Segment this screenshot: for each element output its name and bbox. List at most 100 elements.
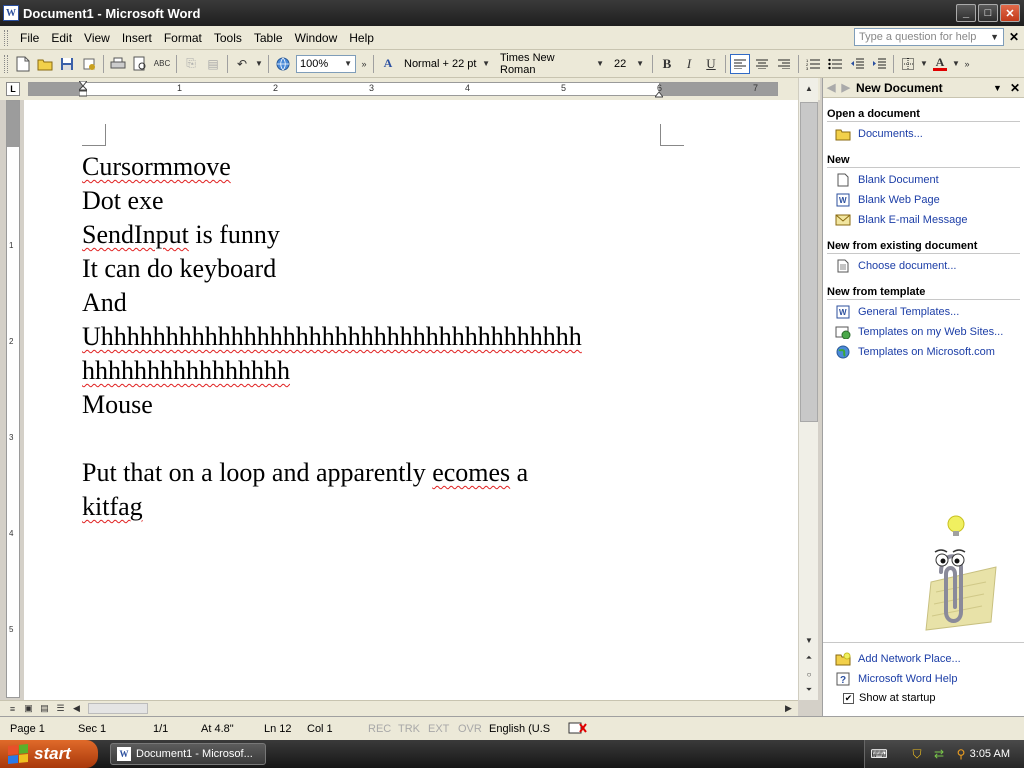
- print-layout-view-icon[interactable]: ▤: [38, 702, 51, 715]
- forward-arrow-icon[interactable]: ▶: [841, 81, 849, 94]
- outline-view-icon[interactable]: ☰: [54, 702, 67, 715]
- status-trk[interactable]: TRK: [398, 723, 420, 735]
- close-task-pane-icon[interactable]: ✕: [1010, 81, 1020, 95]
- taskbar-word-document[interactable]: W Document1 - Microsof...: [110, 743, 266, 765]
- horizontal-ruler[interactable]: 1 2 3 4 5 6 7: [28, 80, 778, 98]
- menu-file[interactable]: File: [14, 31, 45, 45]
- document-line[interactable]: Mouse: [82, 388, 682, 422]
- zoom-select[interactable]: 100% ▼: [296, 54, 356, 73]
- maximize-button[interactable]: □: [978, 4, 998, 22]
- document-line[interactable]: Put that on a loop and apparently ecomes…: [82, 456, 682, 490]
- document-line[interactable]: SendInput is funny: [82, 218, 682, 252]
- print-preview-icon[interactable]: [130, 54, 150, 74]
- back-arrow-icon[interactable]: ◀: [827, 81, 835, 94]
- decrease-indent-icon[interactable]: [847, 54, 867, 74]
- misspelled-word[interactable]: SendInput: [82, 220, 189, 249]
- checkbox-checked-icon[interactable]: ✔: [843, 692, 854, 704]
- increase-indent-icon[interactable]: [869, 54, 889, 74]
- save-icon[interactable]: [57, 54, 77, 74]
- font-color-icon[interactable]: A: [930, 54, 950, 74]
- print-icon[interactable]: [108, 54, 128, 74]
- menu-grip[interactable]: [4, 29, 8, 46]
- menu-edit[interactable]: Edit: [45, 31, 78, 45]
- document-body[interactable]: Cursormmove Dot exe SendInput is funny It c…: [82, 150, 682, 524]
- link-templates-microsoft[interactable]: Templates on Microsoft.com: [823, 342, 1024, 362]
- borders-icon[interactable]: [898, 54, 918, 74]
- right-indent-marker-icon[interactable]: [653, 89, 665, 98]
- menu-tools[interactable]: Tools: [208, 31, 248, 45]
- web-layout-view-icon[interactable]: ▣: [22, 702, 35, 715]
- misspelled-word[interactable]: ecomes: [432, 458, 510, 487]
- menu-view[interactable]: View: [78, 31, 116, 45]
- status-ovr[interactable]: OVR: [458, 723, 482, 735]
- spelling-icon[interactable]: ABC: [152, 54, 172, 74]
- security-shield-icon[interactable]: ⛉: [909, 746, 925, 762]
- align-left-icon[interactable]: [730, 53, 750, 74]
- normal-view-icon[interactable]: ≡: [6, 702, 19, 715]
- keyboard-icon[interactable]: ⌨: [870, 746, 887, 762]
- office-assistant-clippy[interactable]: [901, 512, 1001, 632]
- paste-icon[interactable]: ▤: [203, 54, 223, 74]
- link-choose-document[interactable]: Choose document...: [823, 256, 1024, 276]
- search-icon[interactable]: ⚲: [953, 746, 969, 762]
- spelling-status-icon[interactable]: [568, 720, 588, 739]
- toolbar-options-icon[interactable]: »: [359, 54, 369, 74]
- help-search-input[interactable]: Type a question for help ▼: [854, 28, 1004, 46]
- previous-page-icon[interactable]: ⏶: [801, 650, 817, 666]
- misspelled-word[interactable]: Uhhhhhhhhhhhhhhhhhhhhhhhhhhhhhhhhhhhhh: [82, 322, 582, 351]
- select-browse-object-icon[interactable]: ○: [801, 666, 817, 682]
- word-app-icon[interactable]: W: [3, 5, 19, 21]
- document-line[interactable]: Uhhhhhhhhhhhhhhhhhhhhhhhhhhhhhhhhhhhhh: [82, 320, 682, 354]
- menu-help[interactable]: Help: [343, 31, 380, 45]
- hyperlink-icon[interactable]: [273, 54, 293, 74]
- misspelled-word[interactable]: kitfag: [82, 492, 143, 521]
- network-icon[interactable]: ⇄: [931, 746, 947, 762]
- permission-icon[interactable]: [79, 54, 99, 74]
- hscroll-thumb[interactable]: [88, 703, 148, 714]
- new-document-icon[interactable]: [13, 54, 33, 74]
- menu-insert[interactable]: Insert: [116, 31, 158, 45]
- chevron-down-icon[interactable]: ▼: [993, 83, 1002, 93]
- borders-dropdown-icon[interactable]: ▼: [920, 54, 928, 74]
- close-button[interactable]: ✕: [1000, 4, 1020, 22]
- text-run[interactable]: Dot exe: [82, 186, 164, 215]
- numbering-icon[interactable]: 123: [803, 54, 823, 74]
- text-run[interactable]: It can do keyboard: [82, 254, 276, 283]
- document-line[interactable]: And: [82, 286, 682, 320]
- text-run[interactable]: And: [82, 288, 127, 317]
- open-folder-icon[interactable]: [35, 54, 55, 74]
- align-right-icon[interactable]: [774, 54, 794, 74]
- close-document-button[interactable]: ✕: [1009, 30, 1019, 44]
- undo-dropdown-icon[interactable]: ▼: [254, 54, 264, 74]
- italic-button[interactable]: I: [679, 54, 699, 74]
- link-general-templates[interactable]: W General Templates...: [823, 302, 1024, 322]
- link-blank-web-page[interactable]: W Blank Web Page: [823, 190, 1024, 210]
- scrollbar-thumb[interactable]: [800, 102, 818, 422]
- clock[interactable]: 3:05 AM: [970, 748, 1010, 760]
- link-documents[interactable]: Documents...: [823, 124, 1024, 144]
- document-line[interactable]: It can do keyboard: [82, 252, 682, 286]
- document-line[interactable]: Cursormmove: [82, 150, 682, 184]
- scroll-left-icon[interactable]: ◀: [70, 702, 83, 715]
- scroll-down-icon[interactable]: ▼: [801, 632, 817, 648]
- document-line[interactable]: Dot exe: [82, 184, 682, 218]
- start-button[interactable]: start: [0, 740, 98, 768]
- style-select[interactable]: Normal + 22 pt ▼: [401, 55, 493, 73]
- menu-window[interactable]: Window: [289, 31, 344, 45]
- misspelled-word[interactable]: Cursormmove: [82, 152, 231, 181]
- document-line[interactable]: [82, 422, 682, 456]
- toolbar-grip[interactable]: [4, 54, 8, 73]
- text-run[interactable]: Mouse: [82, 390, 153, 419]
- scroll-up-icon[interactable]: ▲: [801, 80, 817, 96]
- bold-button[interactable]: B: [657, 54, 677, 74]
- link-templates-web-sites[interactable]: Templates on my Web Sites...: [823, 322, 1024, 342]
- minimize-button[interactable]: _: [956, 4, 976, 22]
- text-run[interactable]: Put that on a loop and apparently: [82, 458, 432, 487]
- menu-table[interactable]: Table: [248, 31, 289, 45]
- styles-formatting-icon[interactable]: A: [378, 54, 398, 74]
- font-size-select[interactable]: 22 ▼: [611, 55, 647, 73]
- link-word-help[interactable]: ? Microsoft Word Help: [823, 669, 1024, 689]
- misspelled-word[interactable]: hhhhhhhhhhhhhhhh: [82, 356, 290, 385]
- link-add-network-place[interactable]: Add Network Place...: [823, 649, 1024, 669]
- document-line[interactable]: hhhhhhhhhhhhhhhh: [82, 354, 682, 388]
